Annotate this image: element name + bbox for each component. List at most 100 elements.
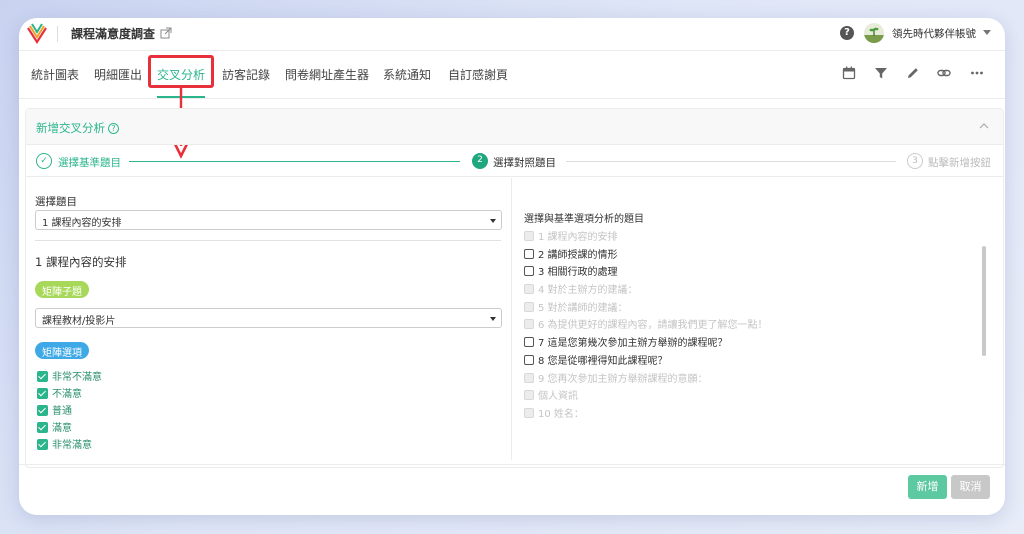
panel-title: 新增交叉分析? (36, 120, 119, 136)
question-item[interactable]: 7 這是您第幾次參加主辦方舉辦的課程呢？ (524, 334, 974, 352)
step-1-label: 選擇基準題目 (58, 157, 121, 169)
external-link-icon[interactable] (160, 27, 172, 39)
checkbox-checked-icon[interactable] (37, 405, 48, 416)
checkbox-checked-icon[interactable] (37, 422, 48, 433)
checkbox-icon[interactable] (524, 337, 534, 348)
question-label: 1 課程內容的安排 (538, 232, 618, 243)
checkbox-checked-icon[interactable] (37, 439, 48, 450)
base-question-value: 1 課程內容的安排 (42, 218, 122, 229)
panel-help-icon[interactable]: ? (108, 123, 119, 134)
survey-title: 課程滿意度調查 (71, 27, 156, 41)
question-label: 3 相關行政的處理 (538, 267, 618, 279)
tab-statistics[interactable]: 統計圖表 (31, 66, 79, 83)
checkbox-icon (524, 319, 534, 330)
chevron-up-icon[interactable] (979, 121, 989, 131)
checkbox-icon (524, 231, 534, 241)
help-icon[interactable]: ? (840, 26, 854, 40)
question-item: 5 對於講師的建議： (524, 299, 974, 317)
base-question-heading: 1 課程內容的安排 (35, 255, 127, 269)
question-label: 7 這是您第幾次參加主辦方舉辦的課程呢？ (538, 338, 728, 350)
matrix-option-pill: 矩陣選項 (35, 342, 89, 359)
panel-title-text: 新增交叉分析 (36, 121, 105, 135)
scrollbar-thumb[interactable] (982, 246, 986, 356)
column-divider (511, 178, 512, 460)
step-1-check-icon: ✓ (36, 153, 52, 169)
calendar-icon[interactable] (842, 66, 856, 80)
panel-footer: 新增 取消 (19, 464, 1005, 515)
checkbox-icon (524, 407, 534, 418)
compare-questions-title: 選擇與基準選項分析的題目 (524, 214, 644, 225)
dropdown-caret-icon (490, 317, 496, 321)
panel-header[interactable]: 新增交叉分析? (26, 109, 1003, 145)
tab-visitor-log[interactable]: 訪客記錄 (222, 66, 270, 83)
account-name[interactable]: 領先時代夥伴帳號 (892, 26, 976, 41)
checkbox-checked-icon[interactable] (37, 388, 48, 399)
step-1-line (129, 161, 460, 162)
checkbox-icon[interactable] (524, 354, 534, 365)
step-2-number: 2 (472, 153, 488, 169)
checkbox-icon (524, 284, 534, 295)
option-label: 非常不滿意 (52, 372, 102, 383)
step-3-number: 3 (907, 153, 923, 169)
avatar[interactable] (864, 23, 884, 43)
step-2-line (566, 161, 896, 162)
option-checkbox[interactable]: 非常滿意 (37, 436, 92, 451)
option-label: 不滿意 (52, 389, 82, 400)
matrix-subquestion-select[interactable]: 課程教材/投影片 (35, 308, 502, 328)
checkbox-checked-icon[interactable] (37, 371, 48, 382)
question-label: 4 對於主辦方的建議： (538, 285, 638, 297)
base-question-select[interactable]: 1 課程內容的安排 (35, 210, 502, 230)
option-checkbox[interactable]: 非常不滿意 (37, 368, 102, 383)
step-2-label: 選擇對照題目 (493, 157, 556, 169)
tab-thank-you-page[interactable]: 自訂感謝頁 (448, 66, 508, 83)
checkbox-icon (524, 372, 534, 383)
add-button[interactable]: 新增 (908, 475, 947, 499)
left-separator (35, 240, 501, 241)
checkbox-icon[interactable] (524, 266, 534, 277)
option-label: 滿意 (52, 423, 72, 434)
compare-question-list[interactable]: 1 課程內容的安排 2 講師授課的情形 3 相關行政的處理 4 對於主辦方的建議… (524, 228, 974, 428)
question-item[interactable]: 8 您是從哪裡得知此課程呢？ (524, 352, 974, 370)
question-label: 5 對於講師的建議： (538, 302, 628, 314)
question-label: 6 為提供更好的課程內容，請讓我們更了解您一點！ (538, 320, 768, 332)
option-label: 非常滿意 (52, 440, 92, 451)
option-label: 普通 (52, 406, 72, 417)
tab-url-generator[interactable]: 問卷網址產生器 (285, 66, 369, 83)
question-item: 6 為提供更好的課程內容，請讓我們更了解您一點！ (524, 316, 974, 334)
question-item: 1 課程內容的安排 (524, 228, 974, 246)
link-icon[interactable] (937, 66, 951, 80)
tab-detail-export[interactable]: 明細匯出 (94, 66, 142, 83)
select-question-label: 選擇題目 (35, 196, 77, 208)
header-divider (57, 26, 58, 42)
question-label: 9 您再次參加主辦方舉辦課程的意願： (538, 373, 708, 385)
option-checkbox[interactable]: 不滿意 (37, 385, 82, 400)
step-3-label: 點擊新增按鈕 (928, 157, 991, 169)
checkbox-icon[interactable] (524, 248, 534, 259)
step-indicator: ✓ 選擇基準題目 2 選擇對照題目 3 點擊新增按鈕 (26, 145, 1003, 177)
question-label: 8 您是從哪裡得知此課程呢？ (538, 355, 668, 367)
app-window: 課程滿意度調查 ? 領先時代夥伴帳號 統計圖表 明細匯出 交叉分析 訪客記錄 問… (19, 18, 1005, 515)
more-icon[interactable] (970, 66, 984, 80)
pencil-icon[interactable] (906, 66, 920, 80)
question-item: 個人資訊 (524, 387, 974, 405)
option-checkbox[interactable]: 滿意 (37, 419, 72, 434)
tab-system-notice[interactable]: 系統通知 (383, 66, 431, 83)
question-item: 4 對於主辦方的建議： (524, 281, 974, 299)
dropdown-caret-icon (490, 219, 496, 223)
question-item[interactable]: 3 相關行政的處理 (524, 263, 974, 281)
matrix-subquestion-pill: 矩陣子題 (35, 281, 89, 298)
question-item: 9 您再次參加主辦方舉辦課程的意願： (524, 370, 974, 388)
option-checkbox[interactable]: 普通 (37, 402, 72, 417)
matrix-subquestion-value: 課程教材/投影片 (42, 316, 116, 327)
cancel-button[interactable]: 取消 (951, 475, 990, 499)
question-label: 10 姓名： (538, 408, 584, 420)
question-item: 10 姓名： (524, 405, 974, 423)
checkbox-icon (524, 301, 534, 312)
app-logo-icon[interactable] (25, 22, 49, 44)
question-item[interactable]: 2 講師授課的情形 (524, 246, 974, 264)
avatar-image (864, 27, 884, 43)
question-label: 2 講師授課的情形 (538, 249, 618, 261)
filter-icon[interactable] (874, 66, 888, 80)
checkbox-icon (524, 390, 534, 401)
account-dropdown-icon[interactable] (983, 30, 991, 35)
